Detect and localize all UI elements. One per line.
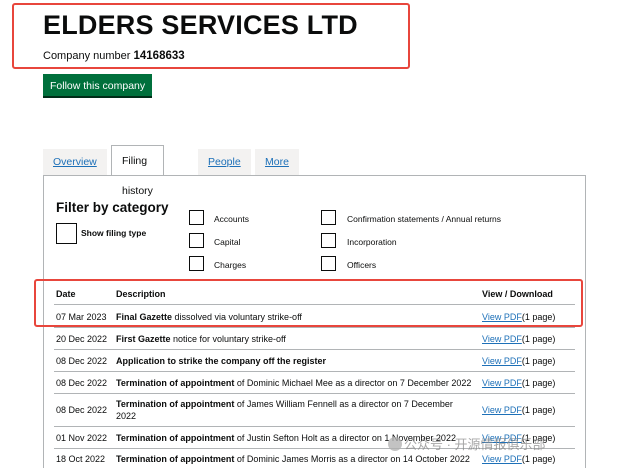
- row-pages: (1 page): [521, 312, 556, 322]
- row-title: Application to strike the company off th…: [116, 356, 327, 366]
- row-detail: of Dominic James Morris as a director on…: [234, 454, 470, 464]
- tab-more[interactable]: More: [255, 149, 299, 175]
- table-rule: [54, 349, 575, 350]
- tab-people[interactable]: People: [198, 149, 251, 175]
- row-view: View PDF(1 page): [482, 404, 555, 416]
- row-description: Application to strike the company off th…: [116, 355, 476, 367]
- tab-filing-history[interactable]: Filing history: [111, 145, 164, 197]
- checkbox-accounts[interactable]: [189, 210, 204, 225]
- label-capital: Capital: [214, 237, 241, 247]
- row-date: 08 Dec 2022: [56, 405, 108, 415]
- row-description: Termination of appointment of James Will…: [116, 398, 468, 422]
- row-date: 07 Mar 2023: [56, 312, 107, 322]
- filter-title: Filter by category: [56, 200, 169, 215]
- label-confirmation-statements: Confirmation statements / Annual returns: [347, 214, 502, 224]
- row-date: 20 Dec 2022: [56, 334, 108, 344]
- row-pages: (1 page): [521, 378, 556, 388]
- row-detail: of Dominic Michael Mee as a director on …: [234, 378, 472, 388]
- table-rule: [54, 304, 575, 305]
- row-pages: (1 page): [521, 356, 556, 366]
- watermark-text: 公众号 · 开源情报俱乐部: [404, 437, 546, 452]
- label-charges: Charges: [214, 260, 247, 270]
- follow-company-button[interactable]: Follow this company: [43, 74, 153, 98]
- view-pdf-link[interactable]: View PDF: [482, 405, 522, 415]
- header-view-download: View / Download: [482, 289, 553, 299]
- label-accounts: Accounts: [214, 214, 249, 224]
- row-detail: dissolved via voluntary strike-off: [172, 312, 302, 322]
- row-detail: notice for voluntary strike-off: [170, 334, 286, 344]
- table-rule: [54, 393, 575, 394]
- header-date: Date: [56, 289, 76, 299]
- row-date: 18 Oct 2022: [56, 454, 106, 464]
- watermark: 公众号 · 开源情报俱乐部: [388, 434, 546, 453]
- wechat-logo-icon: [388, 437, 402, 451]
- company-number-label: Company number: [43, 50, 131, 62]
- checkbox-confirmation-statements[interactable]: [321, 210, 336, 225]
- checkbox-capital[interactable]: [189, 233, 204, 248]
- table-rule: [54, 371, 575, 372]
- row-description: Termination of appointment of Dominic Ja…: [116, 453, 476, 465]
- row-view: View PDF(1 page): [482, 355, 555, 367]
- company-number-value: 14168633: [133, 50, 185, 62]
- label-incorporation: Incorporation: [347, 237, 397, 247]
- header-description: Description: [116, 289, 166, 299]
- row-description: First Gazette notice for voluntary strik…: [116, 333, 476, 345]
- row-title: Termination of appointment: [116, 454, 235, 464]
- checkbox-charges[interactable]: [189, 256, 204, 271]
- view-pdf-link[interactable]: View PDF: [482, 334, 522, 344]
- row-pages: (1 page): [521, 334, 556, 344]
- show-filing-type-checkbox[interactable]: [56, 223, 77, 244]
- row-title: Termination of appointment: [116, 433, 235, 443]
- row-date: 01 Nov 2022: [56, 433, 108, 443]
- company-name: ELDERS SERVICES LTD: [43, 10, 358, 40]
- table-rule: [54, 426, 575, 427]
- row-pages: (1 page): [521, 405, 556, 415]
- label-officers: Officers: [347, 260, 377, 270]
- tab-overview[interactable]: Overview: [43, 149, 107, 175]
- checkbox-incorporation[interactable]: [321, 233, 336, 248]
- company-number: Company number 14168633: [43, 50, 185, 62]
- row-date: 08 Dec 2022: [56, 378, 108, 388]
- row-title: Final Gazette: [116, 312, 173, 322]
- row-view: View PDF(1 page): [482, 453, 555, 465]
- row-view: View PDF(1 page): [482, 333, 555, 345]
- row-title: Termination of appointment: [116, 399, 235, 409]
- row-date: 08 Dec 2022: [56, 356, 108, 366]
- row-view: View PDF(1 page): [482, 311, 555, 323]
- filing-history-panel: Filter by category Show filing type Acco…: [43, 175, 586, 468]
- show-filing-type-label: Show filing type: [81, 228, 147, 238]
- row-description: Final Gazette dissolved via voluntary st…: [116, 311, 476, 323]
- view-pdf-link[interactable]: View PDF: [482, 312, 522, 322]
- checkbox-officers[interactable]: [321, 256, 336, 271]
- table-rule: [54, 327, 575, 328]
- view-pdf-link[interactable]: View PDF: [482, 454, 522, 464]
- row-pages: (1 page): [521, 454, 556, 464]
- view-pdf-link[interactable]: View PDF: [482, 378, 522, 388]
- row-view: View PDF(1 page): [482, 377, 555, 389]
- row-description: Termination of appointment of Dominic Mi…: [116, 377, 476, 389]
- row-title: First Gazette: [116, 334, 171, 344]
- view-pdf-link[interactable]: View PDF: [482, 356, 522, 366]
- row-title: Termination of appointment: [116, 378, 235, 388]
